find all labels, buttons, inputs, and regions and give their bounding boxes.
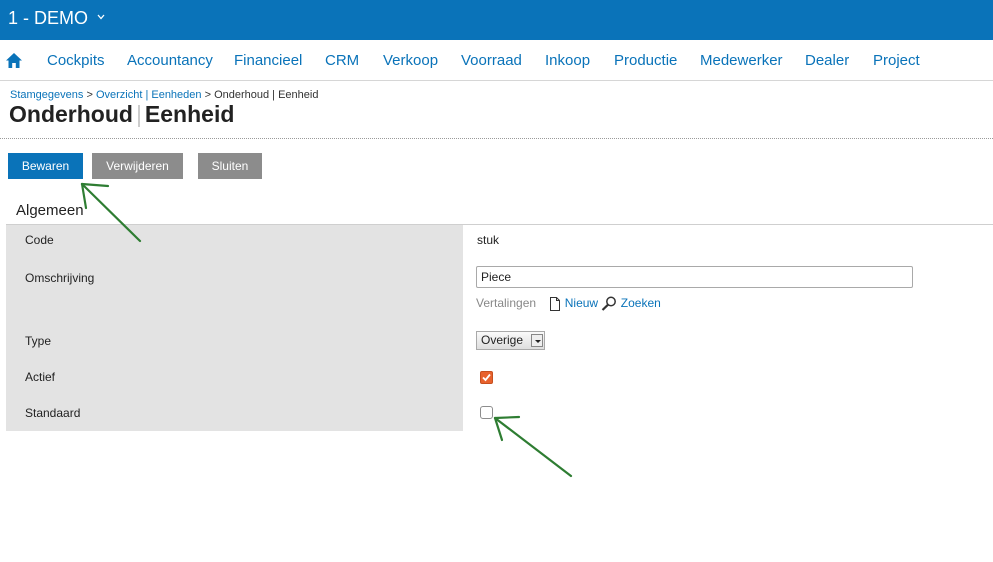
description-label: Omschrijving xyxy=(25,271,95,285)
type-select-value: Overige xyxy=(481,333,524,347)
nav-medewerker[interactable]: Medewerker xyxy=(700,52,783,69)
dropdown-arrow-icon xyxy=(531,334,543,347)
default-label: Standaard xyxy=(25,406,81,420)
type-label: Type xyxy=(25,334,52,348)
nav-project[interactable]: Project xyxy=(873,52,920,69)
nav-cockpits[interactable]: Cockpits xyxy=(47,52,105,69)
company-selector[interactable]: 1 - DEMO xyxy=(8,8,105,29)
close-button[interactable]: Sluiten xyxy=(198,153,262,179)
code-value: stuk xyxy=(477,233,500,247)
title-divider xyxy=(0,138,993,139)
code-label: Code xyxy=(25,233,54,247)
breadcrumb-separator: > xyxy=(201,89,215,101)
label-column: Code Omschrijving Type Actief Standaard xyxy=(6,225,463,431)
main-nav: Cockpits Accountancy Financieel CRM Verk… xyxy=(0,41,993,81)
section-title: Algemeen xyxy=(16,202,84,219)
new-translation-label: Nieuw xyxy=(564,296,599,310)
breadcrumb-current: Onderhoud | Eenheid xyxy=(214,89,319,101)
nav-dealer[interactable]: Dealer xyxy=(805,52,849,69)
page-title-separator: | xyxy=(135,101,142,127)
new-translation-link[interactable]: Nieuw xyxy=(549,296,601,311)
nav-productie[interactable]: Productie xyxy=(614,52,677,69)
chevron-down-icon xyxy=(97,14,105,20)
nav-verkoop[interactable]: Verkoop xyxy=(383,52,438,69)
checkmark-icon xyxy=(482,373,491,382)
nav-financieel[interactable]: Financieel xyxy=(234,52,302,69)
annotation-arrow-standaard xyxy=(493,415,573,478)
search-translation-label: Zoeken xyxy=(620,296,661,310)
nav-accountancy[interactable]: Accountancy xyxy=(127,52,213,69)
breadcrumb: Stamgegevens > Overzicht | Eenheden > On… xyxy=(10,89,318,101)
nav-inkoop[interactable]: Inkoop xyxy=(545,52,590,69)
page-title-part1: Onderhoud xyxy=(9,101,133,127)
delete-button[interactable]: Verwijderen xyxy=(92,153,183,179)
active-checkbox[interactable] xyxy=(480,371,493,384)
company-name: 1 - DEMO xyxy=(8,8,89,28)
magnifier-icon xyxy=(602,296,617,312)
top-bar: 1 - DEMO xyxy=(0,0,993,40)
active-label: Actief xyxy=(25,370,56,384)
document-icon xyxy=(550,296,561,311)
translations-label: Vertalingen xyxy=(476,296,537,310)
translations-row: Vertalingen Nieuw Zoeken xyxy=(476,296,661,312)
description-input[interactable] xyxy=(476,266,913,288)
breadcrumb-overzicht-eenheden[interactable]: Overzicht | Eenheden xyxy=(96,89,202,101)
type-select[interactable]: Overige xyxy=(476,331,545,350)
home-icon[interactable] xyxy=(6,53,22,68)
nav-voorraad[interactable]: Voorraad xyxy=(461,52,522,69)
breadcrumb-separator: > xyxy=(83,89,96,101)
search-translation-link[interactable]: Zoeken xyxy=(601,296,661,312)
nav-crm[interactable]: CRM xyxy=(325,52,359,69)
save-button[interactable]: Bewaren xyxy=(8,153,83,179)
page-title: Onderhoud | Eenheid xyxy=(9,101,234,128)
breadcrumb-stamgegevens[interactable]: Stamgegevens xyxy=(10,89,83,101)
page-title-part2: Eenheid xyxy=(144,101,235,127)
default-checkbox[interactable] xyxy=(480,406,493,419)
